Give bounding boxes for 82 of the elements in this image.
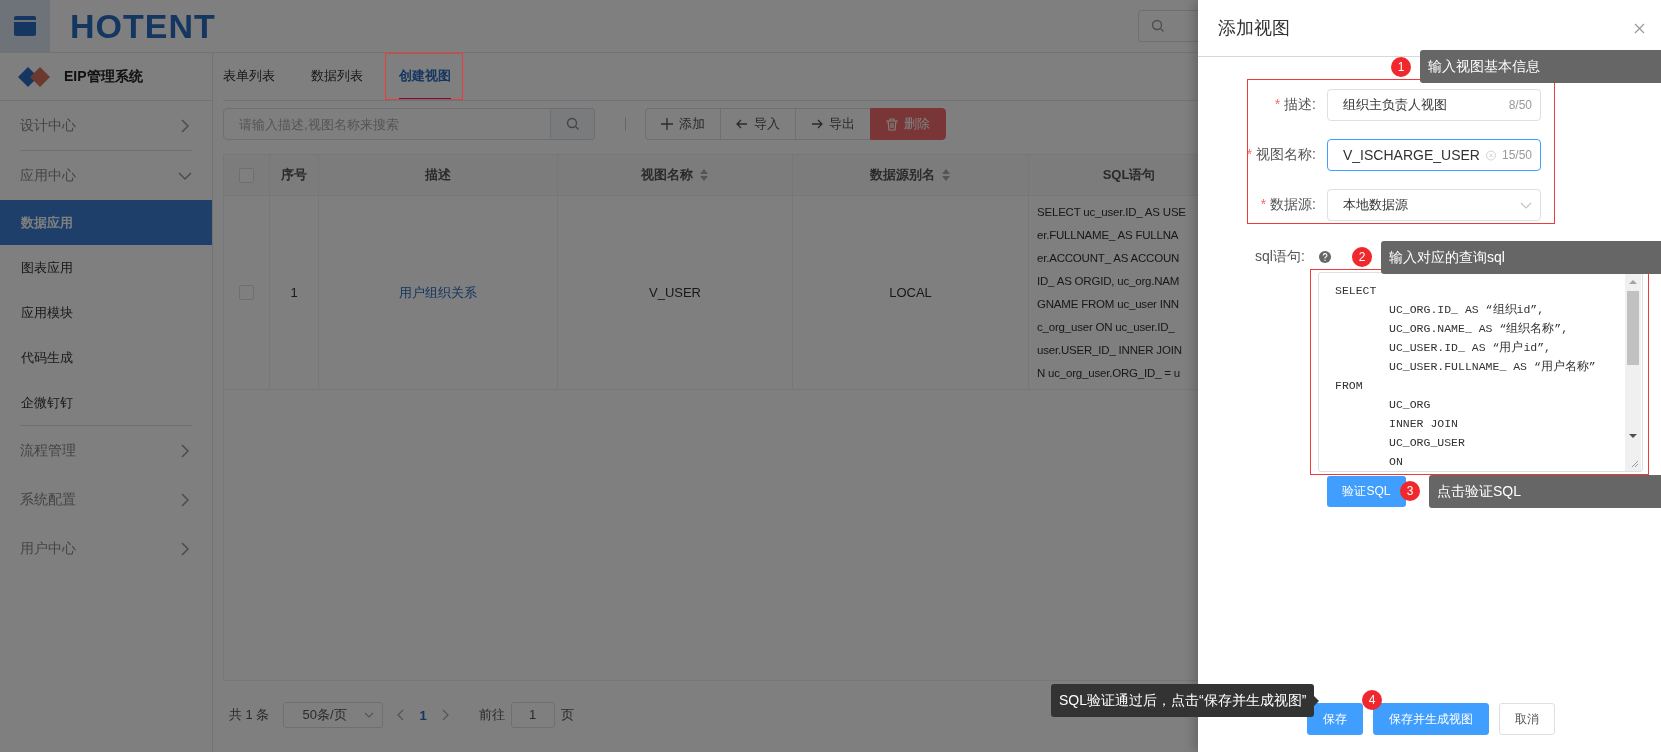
tab[interactable]: 数据列表	[311, 53, 363, 100]
verify-sql-button[interactable]: 验证SQL	[1327, 476, 1406, 507]
chevron-right-icon	[178, 492, 192, 507]
link[interactable]: 用户组织关系	[399, 283, 477, 302]
goto-label: 前往	[478, 706, 505, 724]
help-icon[interactable]	[1318, 251, 1331, 263]
resize-handle-icon[interactable]	[1629, 458, 1639, 468]
toolbar-button[interactable]: 添加	[645, 108, 721, 140]
arrow-right-icon	[811, 118, 823, 130]
page-number[interactable]: 1	[419, 707, 427, 723]
field-label: 视图名称:	[1256, 146, 1316, 162]
toolbar-button[interactable]: 删除	[870, 108, 946, 140]
logo: HOTENT	[70, 6, 216, 46]
menu-group[interactable]: 用户中心	[20, 524, 192, 573]
search-icon	[1151, 19, 1165, 33]
field-label: sql语句:	[1255, 248, 1305, 266]
arrow-left-icon	[736, 118, 748, 130]
menu-group[interactable]: 系统配置	[20, 475, 192, 524]
sql-text-line: ID_ AS ORGID, uc_org.NAM	[1037, 273, 1181, 289]
prev-page-icon[interactable]	[397, 709, 406, 721]
select-field[interactable]: 本地数据源	[1327, 189, 1541, 221]
sort-icon[interactable]	[699, 168, 709, 182]
table-cell: V_USER	[649, 285, 701, 300]
dialog-title: 添加视图	[1218, 17, 1290, 40]
menu-group[interactable]: 设计中心	[20, 101, 192, 150]
menu-button[interactable]	[0, 0, 50, 53]
close-icon[interactable]	[1634, 22, 1645, 34]
sort-icon[interactable]	[941, 168, 951, 182]
plus-icon	[661, 118, 673, 130]
char-count: 15/50	[1501, 148, 1532, 162]
required-mark: *	[1260, 196, 1267, 212]
page-suffix: 页	[560, 706, 574, 724]
toolbar-button[interactable]: 导出	[795, 108, 871, 140]
column-header: 视图名称	[558, 155, 793, 195]
sql-text-line: c_org_user ON uc_user.ID_	[1037, 319, 1176, 335]
sql-text-line: er.FULLNAME_ AS FULLNA	[1037, 227, 1180, 243]
sql-text-line: GNAME FROM uc_user INN	[1037, 296, 1180, 312]
chevron-right-icon	[178, 541, 192, 556]
chevron-down-icon	[364, 712, 375, 718]
footer-button[interactable]: 保存并生成视图	[1373, 703, 1489, 735]
total-count: 共 1 条	[229, 706, 270, 724]
tab[interactable]: 表单列表	[223, 53, 275, 100]
column-header: SQL语句	[1101, 166, 1157, 184]
menu-item[interactable]: 数据应用	[0, 200, 212, 245]
footer-button[interactable]: 保存	[1307, 703, 1363, 735]
column-header: 数据源别名	[793, 155, 1029, 195]
column-header: 序号	[270, 155, 319, 195]
window-icon	[14, 16, 36, 36]
char-count: 8/50	[1508, 98, 1532, 112]
next-page-icon[interactable]	[440, 709, 449, 721]
chevron-down-icon	[1520, 201, 1532, 209]
scrollbar[interactable]	[1625, 274, 1641, 471]
menu-item[interactable]: 图表应用	[0, 245, 212, 290]
table-cell: LOCAL	[889, 285, 932, 300]
page-size-select[interactable]: 50条/页	[283, 702, 384, 728]
diamond-logo-icon	[18, 66, 52, 87]
chevron-right-icon	[178, 118, 192, 133]
required-mark: *	[1246, 146, 1253, 162]
tab[interactable]: 创建视图	[399, 53, 451, 100]
system-title: EIP管理系统	[64, 67, 143, 86]
sql-text-line: SELECT uc_user.ID_ AS USE	[1037, 204, 1186, 220]
clear-icon[interactable]	[1485, 148, 1496, 162]
page-input[interactable]: 1	[510, 702, 555, 728]
footer-button[interactable]: 取消	[1499, 703, 1555, 735]
search-icon	[565, 117, 580, 131]
column-header: 描述	[319, 155, 558, 195]
field-label: 数据源:	[1270, 196, 1316, 212]
table-cell: 1	[290, 285, 298, 300]
required-mark: *	[1274, 96, 1281, 112]
input-field[interactable]: V_ISCHARGE_USER 15/50	[1327, 139, 1541, 171]
field-label: 描述:	[1284, 96, 1316, 112]
sql-text-line: er.ACCOUNT_ AS ACCOUN	[1037, 250, 1181, 266]
menu-item[interactable]: 代码生成	[0, 335, 212, 380]
menu-item[interactable]: 企微钉钉	[0, 380, 212, 425]
input-field[interactable]: 组织主负责人视图 8/50	[1327, 89, 1541, 121]
sql-text-line: N uc_org_user.ORG_ID_ = u	[1037, 365, 1181, 381]
trash-icon	[886, 117, 898, 131]
menu-item[interactable]: 应用模块	[0, 290, 212, 335]
sql-text-line: user.USER_ID_ INNER JOIN	[1037, 342, 1183, 358]
search-button[interactable]	[551, 108, 595, 140]
toolbar-button[interactable]: 导入	[720, 108, 796, 140]
chevron-right-icon	[178, 443, 192, 458]
